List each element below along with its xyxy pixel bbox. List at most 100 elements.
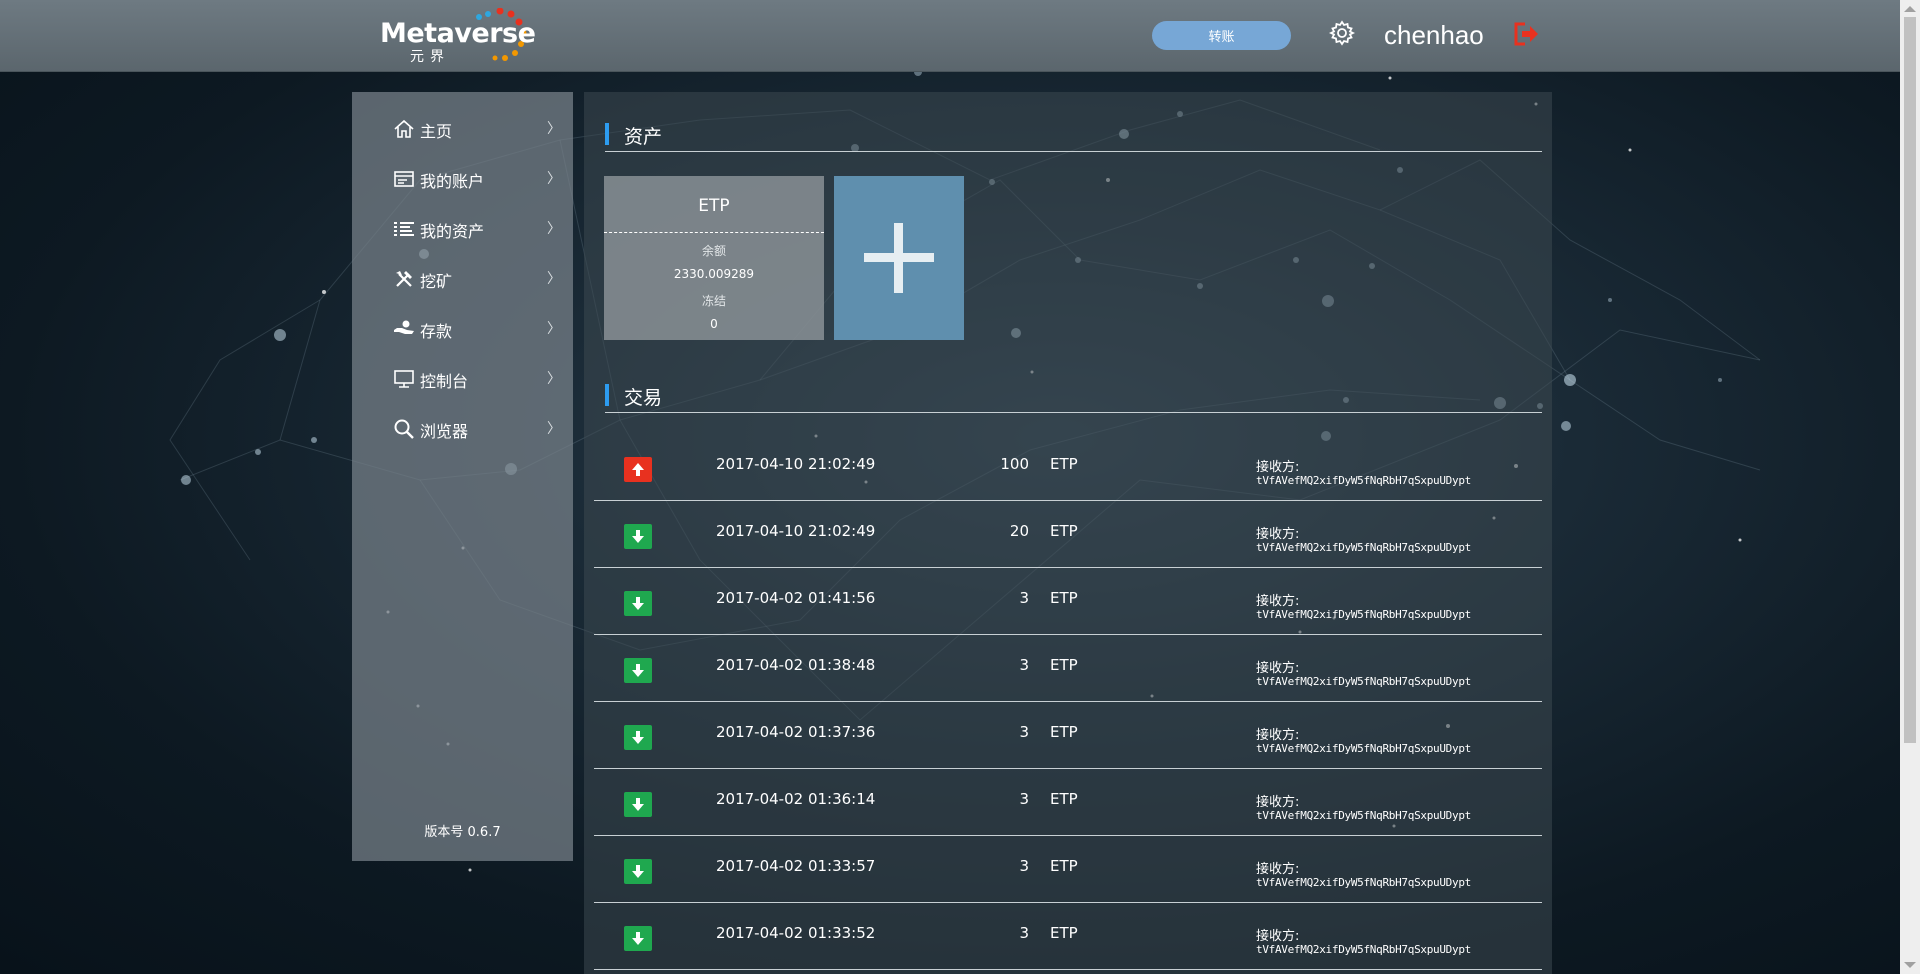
transaction-time: 2017-04-02 01:33:57 bbox=[716, 857, 876, 875]
transaction-time: 2017-04-02 01:36:14 bbox=[716, 790, 876, 808]
recipient-address[interactable]: tVfAVefMQ2xifDyW5fNqRbH7qSxpuUDypt bbox=[1256, 742, 1471, 755]
transactions-section-title: 交易 bbox=[624, 387, 663, 409]
asset-balance-label: 余额 bbox=[701, 244, 726, 258]
assets-section-title: 资产 bbox=[624, 126, 663, 148]
tools-icon bbox=[396, 271, 412, 287]
brand-logo-subtitle: 元界 bbox=[410, 49, 450, 65]
section-accent-bar bbox=[605, 384, 609, 406]
transaction-unit: ETP bbox=[1050, 522, 1078, 540]
account-card-icon bbox=[394, 171, 414, 187]
sidebar-item-my-account[interactable]: 我的账户 〉 bbox=[352, 158, 573, 198]
search-icon bbox=[394, 419, 414, 439]
transaction-row[interactable]: 2017-04-02 01:38:48 3 ETP 接收方: tVfAVefMQ2xif… bbox=[594, 635, 1542, 702]
transaction-unit: ETP bbox=[1050, 723, 1078, 741]
sidebar-item-my-assets[interactable]: 我的资产 〉 bbox=[352, 208, 573, 248]
recipient-address[interactable]: tVfAVefMQ2xifDyW5fNqRbH7qSxpuUDypt bbox=[1256, 675, 1471, 688]
transaction-unit: ETP bbox=[1050, 857, 1078, 875]
transaction-row[interactable]: 2017-04-02 01:37:36 3 ETP 接收方: tVfAVefMQ2xif… bbox=[594, 702, 1542, 769]
chevron-right-icon: 〉 bbox=[547, 121, 561, 137]
transaction-amount: 100 bbox=[1000, 455, 1029, 473]
transaction-time: 2017-04-02 01:41:56 bbox=[716, 589, 876, 607]
transaction-amount: 20 bbox=[1009, 522, 1029, 540]
add-asset-button[interactable] bbox=[834, 176, 964, 340]
chevron-right-icon: 〉 bbox=[547, 371, 561, 387]
assets-section-header: 资产 bbox=[605, 118, 1555, 152]
transaction-amount: 3 bbox=[1019, 924, 1029, 942]
transaction-unit: ETP bbox=[1050, 455, 1078, 473]
chevron-right-icon: 〉 bbox=[547, 271, 561, 287]
sidebar-item-console[interactable]: 控制台 〉 bbox=[352, 358, 573, 398]
recipient-label: 接收方: bbox=[1256, 594, 1300, 609]
receive-arrow-down-icon bbox=[624, 591, 652, 616]
asset-name: ETP bbox=[698, 196, 730, 216]
username[interactable]: chenhao bbox=[1384, 20, 1484, 51]
chevron-right-icon: 〉 bbox=[547, 421, 561, 437]
scroll-up-arrow-icon[interactable] bbox=[1904, 6, 1916, 12]
send-arrow-up-icon bbox=[624, 457, 652, 482]
monitor-icon bbox=[394, 370, 414, 388]
logout-icon[interactable] bbox=[1512, 21, 1540, 47]
recipient-address[interactable]: tVfAVefMQ2xifDyW5fNqRbH7qSxpuUDypt bbox=[1256, 474, 1471, 487]
receive-arrow-down-icon bbox=[624, 658, 652, 683]
row-divider bbox=[594, 969, 1542, 970]
recipient-label: 接收方: bbox=[1256, 661, 1300, 676]
plus-icon bbox=[894, 223, 903, 293]
recipient-address[interactable]: tVfAVefMQ2xifDyW5fNqRbH7qSxpuUDypt bbox=[1256, 809, 1471, 822]
home-icon bbox=[394, 119, 414, 138]
scrollbar-thumb[interactable] bbox=[1904, 17, 1916, 743]
transaction-amount: 3 bbox=[1019, 589, 1029, 607]
section-accent-bar bbox=[605, 123, 609, 145]
sidebar-item-mining[interactable]: 挖矿 〉 bbox=[352, 258, 573, 298]
sidebar-item-label: 挖矿 bbox=[420, 272, 453, 291]
transaction-row[interactable]: 2017-04-02 01:36:14 3 ETP 接收方: tVfAVefMQ2xif… bbox=[594, 769, 1542, 836]
brand-logo[interactable]: Metaverse bbox=[380, 18, 536, 49]
recipient-label: 接收方: bbox=[1256, 929, 1300, 944]
transaction-time: 2017-04-02 01:33:52 bbox=[716, 924, 876, 942]
transaction-row[interactable]: 2017-04-10 21:02:49 100 ETP 接收方: tVfAVefMQ2x… bbox=[594, 434, 1542, 501]
recipient-label: 接收方: bbox=[1256, 795, 1300, 810]
recipient-label: 接收方: bbox=[1256, 728, 1300, 743]
sidebar-item-browser[interactable]: 浏览器 〉 bbox=[352, 408, 573, 448]
transaction-row[interactable]: 2017-04-10 21:02:49 20 ETP 接收方: tVfAVefMQ2xi… bbox=[594, 501, 1542, 568]
transaction-amount: 3 bbox=[1019, 656, 1029, 674]
recipient-address[interactable]: tVfAVefMQ2xifDyW5fNqRbH7qSxpuUDypt bbox=[1256, 541, 1471, 554]
asset-frozen-label: 冻结 bbox=[701, 294, 726, 308]
assets-list-icon bbox=[394, 222, 414, 236]
top-navbar: Metaverse 元界 转账 chenhao bbox=[0, 0, 1900, 72]
recipient-address[interactable]: tVfAVefMQ2xifDyW5fNqRbH7qSxpuUDypt bbox=[1256, 876, 1471, 889]
receive-arrow-down-icon bbox=[624, 859, 652, 884]
transaction-row[interactable]: 2017-04-02 01:33:57 3 ETP 接收方: tVfAVefMQ2xif… bbox=[594, 836, 1542, 903]
sidebar-item-label: 浏览器 bbox=[420, 422, 469, 441]
page-scrollbar[interactable] bbox=[1900, 0, 1920, 974]
chevron-right-icon: 〉 bbox=[547, 171, 561, 187]
sidebar-item-deposit[interactable]: 存款 〉 bbox=[352, 308, 573, 348]
version-label: 版本号 0.6.7 bbox=[424, 825, 501, 840]
recipient-label: 接收方: bbox=[1256, 527, 1300, 542]
transaction-row[interactable]: 2017-04-02 01:33:52 3 ETP 接收方: tVfAVefMQ2xif… bbox=[594, 903, 1542, 970]
transaction-amount: 3 bbox=[1019, 790, 1029, 808]
transaction-time: 2017-04-10 21:02:49 bbox=[716, 522, 876, 540]
chevron-right-icon: 〉 bbox=[547, 321, 561, 337]
recipient-address[interactable]: tVfAVefMQ2xifDyW5fNqRbH7qSxpuUDypt bbox=[1256, 943, 1471, 956]
recipient-label: 接收方: bbox=[1256, 460, 1300, 475]
sidebar-item-label: 我的账户 bbox=[420, 172, 485, 191]
recipient-address[interactable]: tVfAVefMQ2xifDyW5fNqRbH7qSxpuUDypt bbox=[1256, 608, 1471, 621]
transaction-amount: 3 bbox=[1019, 723, 1029, 741]
transaction-unit: ETP bbox=[1050, 924, 1078, 942]
transaction-unit: ETP bbox=[1050, 589, 1078, 607]
receive-arrow-down-icon bbox=[624, 725, 652, 750]
gear-icon[interactable] bbox=[1329, 20, 1355, 46]
scroll-down-arrow-icon[interactable] bbox=[1904, 962, 1916, 968]
asset-card-etp[interactable]: ETP 余额 2330.009289 冻结 0 bbox=[604, 176, 824, 340]
transaction-row[interactable]: 2017-04-02 01:41:56 3 ETP 接收方: tVfAVefMQ2xif… bbox=[594, 568, 1542, 635]
transaction-unit: ETP bbox=[1050, 656, 1078, 674]
sidebar-item-home[interactable]: 主页 〉 bbox=[352, 108, 573, 148]
transaction-unit: ETP bbox=[1050, 790, 1078, 808]
receive-arrow-down-icon bbox=[624, 524, 652, 549]
hand-deposit-icon bbox=[394, 320, 414, 334]
sidebar-item-label: 我的资产 bbox=[420, 222, 485, 241]
transaction-amount: 3 bbox=[1019, 857, 1029, 875]
section-divider bbox=[605, 151, 1542, 152]
sidebar-item-label: 控制台 bbox=[420, 372, 469, 391]
transfer-button[interactable]: 转账 bbox=[1152, 21, 1291, 50]
